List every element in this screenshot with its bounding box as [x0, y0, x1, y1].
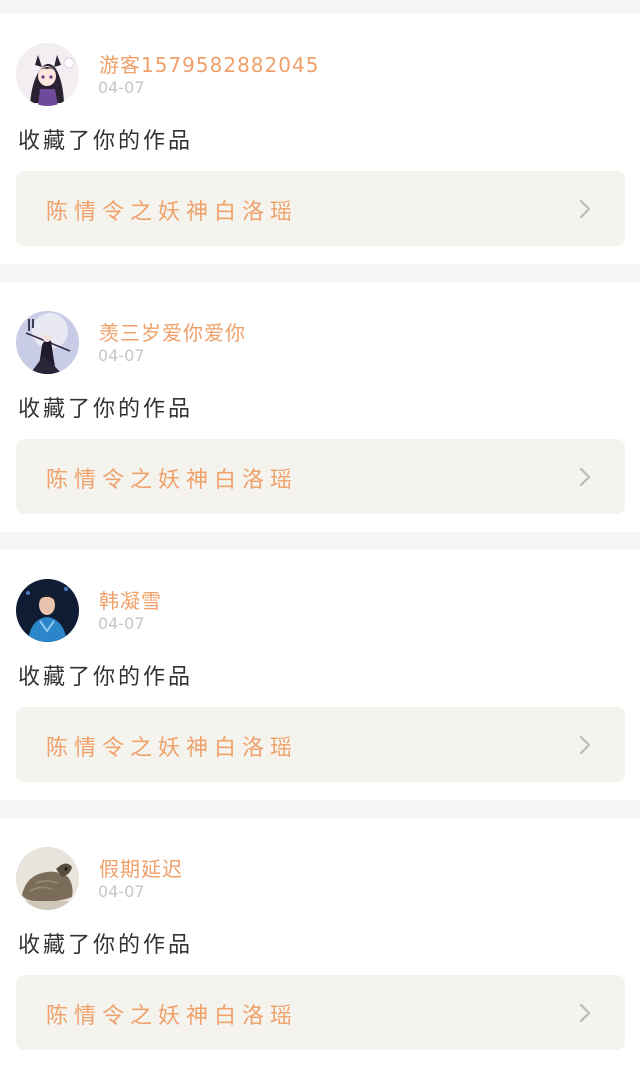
work-link[interactable]: 陈情令之妖神白洛瑶	[16, 707, 625, 782]
username[interactable]: 假期延迟	[99, 853, 183, 882]
action-text: 收藏了你的作品	[18, 129, 194, 154]
work-link[interactable]: 陈情令之妖神白洛瑶	[16, 975, 625, 1050]
notification-card: 羡三岁爱你爱你 04-07 收藏了你的作品 陈情令之妖神白洛瑶	[0, 282, 640, 532]
user-avatar[interactable]	[16, 311, 79, 374]
notification-card: 假期延迟 04-07 收藏了你的作品 陈情令之妖神白洛瑶	[0, 818, 640, 1068]
work-title: 陈情令之妖神白洛瑶	[46, 736, 299, 761]
work-title: 陈情令之妖神白洛瑶	[46, 468, 299, 493]
timestamp: 04-07	[98, 346, 145, 365]
chevron-right-icon	[579, 199, 591, 219]
timestamp: 04-07	[98, 614, 145, 633]
action-text: 收藏了你的作品	[18, 665, 194, 690]
notification-feed: 游客1579582882045 04-07 收藏了你的作品 陈情令之妖神白洛瑶 …	[0, 0, 640, 1068]
timestamp: 04-07	[98, 78, 145, 97]
user-avatar[interactable]	[16, 43, 79, 106]
anime-girl-avatar-icon	[16, 43, 79, 106]
young-man-avatar-icon	[16, 579, 79, 642]
work-link[interactable]: 陈情令之妖神白洛瑶	[16, 439, 625, 514]
work-title: 陈情令之妖神白洛瑶	[46, 1004, 299, 1029]
notification-card: 游客1579582882045 04-07 收藏了你的作品 陈情令之妖神白洛瑶	[0, 14, 640, 264]
username[interactable]: 韩凝雪	[99, 585, 162, 614]
work-title: 陈情令之妖神白洛瑶	[46, 200, 299, 225]
swordsman-avatar-icon	[16, 311, 79, 374]
action-text: 收藏了你的作品	[18, 933, 194, 958]
timestamp: 04-07	[98, 882, 145, 901]
user-avatar[interactable]	[16, 847, 79, 910]
chevron-right-icon	[579, 735, 591, 755]
chevron-right-icon	[579, 1003, 591, 1023]
work-link[interactable]: 陈情令之妖神白洛瑶	[16, 171, 625, 246]
animal-avatar-icon	[16, 847, 79, 910]
user-avatar[interactable]	[16, 579, 79, 642]
chevron-right-icon	[579, 467, 591, 487]
username[interactable]: 游客1579582882045	[99, 49, 319, 78]
username[interactable]: 羡三岁爱你爱你	[99, 317, 246, 346]
action-text: 收藏了你的作品	[18, 397, 194, 422]
notification-card: 韩凝雪 04-07 收藏了你的作品 陈情令之妖神白洛瑶	[0, 550, 640, 800]
